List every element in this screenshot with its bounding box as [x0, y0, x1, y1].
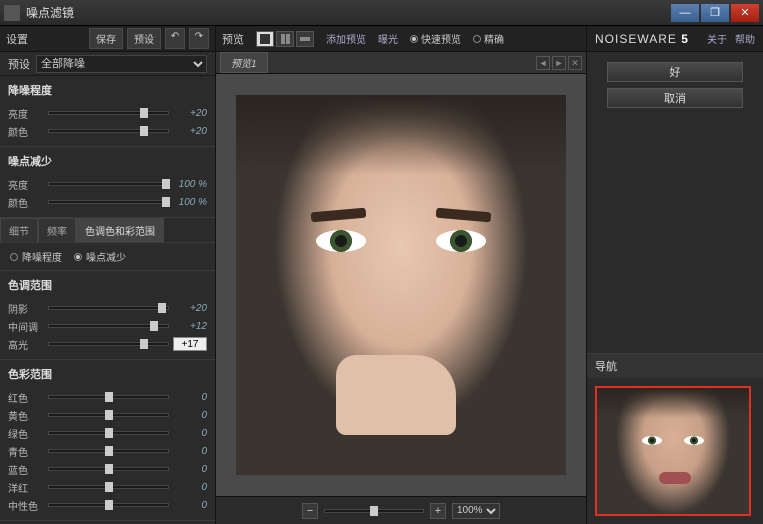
highlights-label: 高光 — [8, 337, 44, 352]
color-1-slider[interactable] — [48, 413, 169, 417]
color-0-label: 红色 — [8, 390, 44, 405]
tonal-range-header: 色调范围 — [8, 277, 207, 293]
preview-label: 预览 — [222, 31, 244, 47]
color-4-slider[interactable] — [48, 467, 169, 471]
view-split-h-button[interactable] — [276, 31, 294, 47]
preview-image — [236, 95, 566, 475]
midtones-label: 中间调 — [8, 319, 44, 334]
radio-noise-level[interactable]: 降噪程度 — [10, 249, 62, 264]
radio-noise-reduce[interactable]: 噪点减少 — [74, 249, 126, 264]
color-6-value: 0 — [173, 500, 207, 511]
color-5-value: 0 — [173, 482, 207, 493]
zoom-out-button[interactable]: − — [302, 503, 318, 519]
tab-prev-button[interactable]: ◄ — [536, 56, 550, 70]
detail-tabs: 细节 频率 色调色和彩范围 — [0, 218, 215, 243]
ok-button[interactable]: 好 — [607, 62, 743, 82]
highlights-value[interactable]: +17 — [173, 337, 207, 351]
color-5-label: 洋红 — [8, 480, 44, 495]
luminance-value: +20 — [173, 108, 207, 119]
shadows-value: +20 — [173, 303, 207, 314]
app-icon — [4, 5, 20, 21]
color-1-label: 黄色 — [8, 408, 44, 423]
navigator-header: 导航 — [587, 354, 763, 378]
color-range-header: 色彩范围 — [8, 366, 207, 382]
window-titlebar: 噪点滤镜 — ❐ ✕ — [0, 0, 763, 26]
nr-col-label: 颜色 — [8, 195, 44, 210]
maximize-button[interactable]: ❐ — [701, 4, 729, 22]
color-5-slider[interactable] — [48, 485, 169, 489]
color-3-value: 0 — [173, 446, 207, 457]
navigator-thumbnail[interactable] — [595, 386, 751, 516]
radio-fast-preview[interactable]: 快速预览 — [410, 31, 461, 46]
view-single-button[interactable] — [256, 31, 274, 47]
color-2-label: 绿色 — [8, 426, 44, 441]
color-2-value: 0 — [173, 428, 207, 439]
settings-panel: 设置 保存 预设 ↶ ↷ 预设 全部降噪 降噪程度 亮度 +20 颜色 +20 — [0, 26, 216, 524]
about-link[interactable]: 关于 — [707, 31, 727, 46]
tab-close-button[interactable]: ✕ — [568, 56, 582, 70]
color-0-value: 0 — [173, 392, 207, 403]
luminance-slider[interactable] — [48, 111, 169, 115]
nr-lum-slider[interactable] — [48, 182, 169, 186]
view-split-v-button[interactable] — [296, 31, 314, 47]
noise-level-header: 降噪程度 — [8, 82, 207, 98]
zoom-slider[interactable] — [324, 509, 424, 513]
color-1-value: 0 — [173, 410, 207, 421]
add-preview-link[interactable]: 添加预览 — [326, 31, 366, 46]
window-title: 噪点滤镜 — [26, 4, 671, 21]
preview-panel: 预览 添加预览 曝光 快速预览 精确 预览1 ◄ ► ✕ — [216, 26, 587, 524]
shadows-label: 阴影 — [8, 301, 44, 316]
nr-col-slider[interactable] — [48, 200, 169, 204]
zoom-select[interactable]: 100% — [452, 503, 500, 519]
color-0-slider[interactable] — [48, 395, 169, 399]
color-3-label: 青色 — [8, 444, 44, 459]
preset-label: 预设 — [8, 56, 30, 72]
shadows-slider[interactable] — [48, 306, 169, 310]
right-panel: NOISEWARE 5 关于 帮助 好 取消 导航 — [587, 26, 763, 524]
color-label: 颜色 — [8, 124, 44, 139]
zoom-in-button[interactable]: + — [430, 503, 446, 519]
color-value: +20 — [173, 126, 207, 137]
preview-viewport[interactable] — [216, 74, 586, 496]
color-3-slider[interactable] — [48, 449, 169, 453]
tab-detail[interactable]: 细节 — [0, 218, 38, 242]
midtones-slider[interactable] — [48, 324, 169, 328]
minimize-button[interactable]: — — [671, 4, 699, 22]
radio-precise[interactable]: 精确 — [473, 31, 504, 46]
tab-tonal-color-range[interactable]: 色调色和彩范围 — [76, 218, 164, 242]
color-2-slider[interactable] — [48, 431, 169, 435]
color-6-slider[interactable] — [48, 503, 169, 507]
nr-lum-value: 100 % — [173, 179, 207, 190]
color-slider[interactable] — [48, 129, 169, 133]
highlights-slider[interactable] — [48, 342, 169, 346]
brand-label: NOISEWARE 5 — [595, 32, 689, 46]
redo-button[interactable]: ↷ — [189, 28, 209, 49]
color-6-label: 中性色 — [8, 498, 44, 513]
preset-button[interactable]: 预设 — [127, 28, 161, 49]
preset-select[interactable]: 全部降噪 — [36, 55, 207, 73]
color-4-label: 蓝色 — [8, 462, 44, 477]
nr-col-value: 100 % — [173, 197, 207, 208]
midtones-value: +12 — [173, 321, 207, 332]
tab-next-button[interactable]: ► — [552, 56, 566, 70]
color-range-section: 色彩范围 红色 0 黄色 0 绿色 0 青色 0 蓝色 0 洋红 0 中性色 0 — [0, 360, 215, 521]
tab-frequency[interactable]: 频率 — [38, 218, 76, 242]
color-4-value: 0 — [173, 464, 207, 475]
luminance-label: 亮度 — [8, 106, 44, 121]
cancel-button[interactable]: 取消 — [607, 88, 743, 108]
save-button[interactable]: 保存 — [89, 28, 123, 49]
nr-lum-label: 亮度 — [8, 177, 44, 192]
exposure-link[interactable]: 曝光 — [378, 31, 398, 46]
undo-button[interactable]: ↶ — [165, 28, 185, 49]
preview-tab-1[interactable]: 预览1 — [220, 52, 268, 73]
settings-label: 设置 — [6, 31, 28, 47]
noise-reduce-header: 噪点减少 — [8, 153, 207, 169]
close-button[interactable]: ✕ — [731, 4, 759, 22]
help-link[interactable]: 帮助 — [735, 31, 755, 46]
